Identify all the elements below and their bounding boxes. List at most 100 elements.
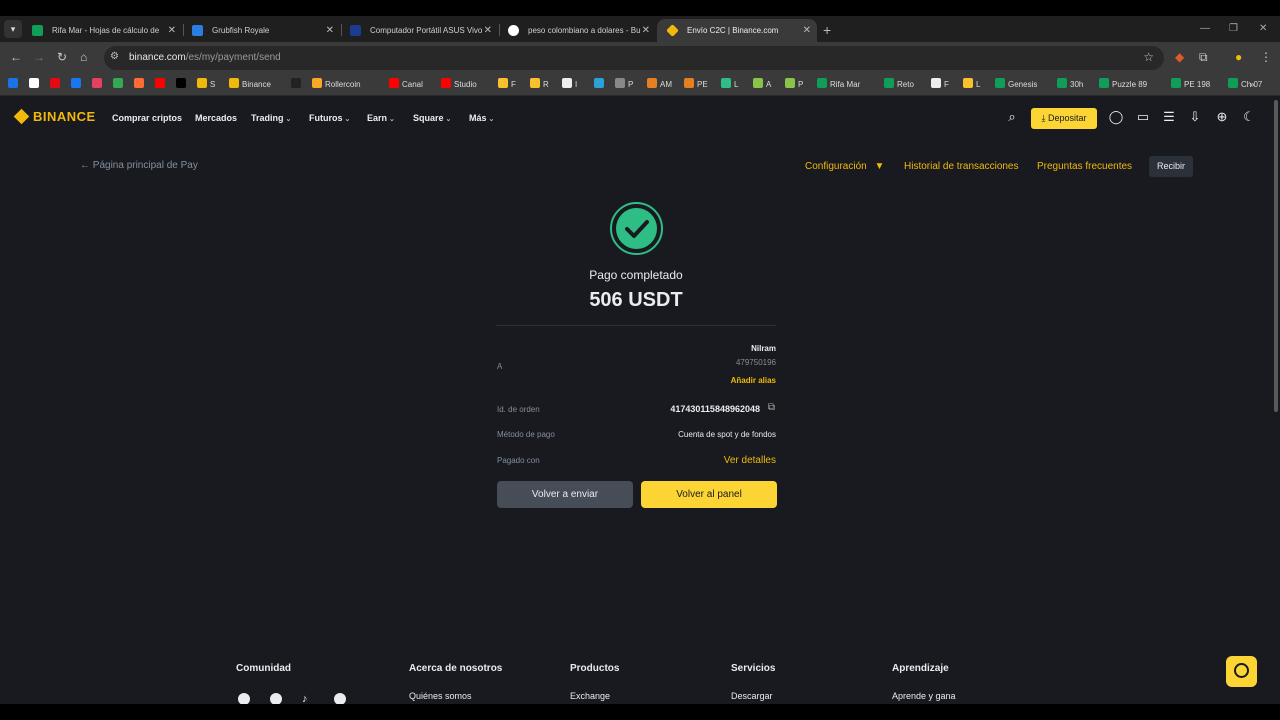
bookmark-item[interactable] xyxy=(155,78,168,92)
more-bookmarks-icon[interactable]: » xyxy=(1250,78,1254,92)
support-chat-icon[interactable] xyxy=(1226,656,1257,687)
bookmark-item[interactable] xyxy=(134,78,147,92)
new-tab-button[interactable]: + xyxy=(823,19,831,42)
extensions-icon[interactable]: ⧉ xyxy=(1199,50,1208,65)
menu-icon[interactable]: ⋮ xyxy=(1260,50,1272,64)
wallet-icon[interactable]: ▭ xyxy=(1135,109,1151,125)
bookmark-item[interactable] xyxy=(29,78,42,92)
tab-google[interactable]: peso colombiano a dolares - Bu ✕ xyxy=(498,19,656,42)
reload-icon[interactable]: ↻ xyxy=(57,50,67,64)
close-icon[interactable]: ✕ xyxy=(803,19,811,42)
scrollbar[interactable] xyxy=(1274,100,1278,412)
receive-button[interactable]: Recibir xyxy=(1149,156,1193,177)
address-bar[interactable]: ⚙ binance.com/es/my/payment/send ☆ xyxy=(104,46,1164,70)
metamask-icon[interactable]: ◆ xyxy=(1175,50,1184,64)
bookmark-label: AM xyxy=(660,80,672,89)
deposit-button[interactable]: ⤓ Depositar xyxy=(1031,108,1097,129)
bookmark-item[interactable]: P xyxy=(615,78,633,92)
minimize-icon[interactable]: — xyxy=(1200,16,1210,42)
bookmark-item[interactable] xyxy=(291,78,304,92)
bookmark-item[interactable]: A xyxy=(753,78,771,92)
faq-link[interactable]: Preguntas frecuentes xyxy=(1037,161,1132,172)
bookmark-icon xyxy=(312,78,322,88)
bookmark-item[interactable] xyxy=(92,78,105,92)
history-link[interactable]: Historial de transacciones xyxy=(904,161,1019,172)
bookmark-item[interactable]: I xyxy=(562,78,577,92)
binance-logo[interactable]: BINANCE xyxy=(13,108,96,125)
bookmark-item[interactable]: Rollercoin xyxy=(312,78,361,92)
nav-futuros[interactable]: Futuros ⌄ xyxy=(309,113,350,123)
nav-square[interactable]: Square ⌄ xyxy=(413,113,451,123)
messages-icon[interactable]: ☰ xyxy=(1161,109,1177,125)
tab-rifa-mar[interactable]: Rifa Mar - Hojas de cálculo de ✕ xyxy=(22,19,182,42)
discord-icon[interactable] xyxy=(238,693,250,704)
nav-comprar-criptos[interactable]: Comprar criptos xyxy=(112,113,182,123)
close-icon[interactable]: ✕ xyxy=(326,19,334,42)
bookmark-item[interactable]: P xyxy=(785,78,803,92)
theme-moon-icon[interactable]: ☾ xyxy=(1241,109,1257,125)
footer-link-download[interactable]: Descargar xyxy=(731,691,773,701)
bookmark-item[interactable]: L xyxy=(721,78,738,92)
nav-mercados[interactable]: Mercados xyxy=(195,113,237,123)
tab-grubfish[interactable]: Grubfish Royale ✕ xyxy=(182,19,340,42)
close-icon[interactable]: ✕ xyxy=(484,19,492,42)
facebook-icon[interactable] xyxy=(334,693,346,704)
download-app-icon[interactable]: ⇩ xyxy=(1187,109,1203,125)
back-to-pay-link[interactable]: ← Página principal de Pay xyxy=(80,160,198,171)
close-icon[interactable]: ✕ xyxy=(642,19,650,42)
bookmark-item[interactable]: Rifa Mar xyxy=(817,78,860,92)
profile-avatar[interactable]: ● xyxy=(1235,50,1242,64)
send-again-button[interactable]: Volver a enviar xyxy=(497,481,633,508)
bookmark-item[interactable]: PE 198 xyxy=(1171,78,1210,92)
bookmark-item[interactable]: Binance xyxy=(229,78,271,92)
language-icon[interactable]: ⊕ xyxy=(1214,109,1230,125)
nav-earn[interactable]: Earn ⌄ xyxy=(367,113,395,123)
forward-arrow-icon[interactable]: → xyxy=(33,50,45,64)
tab-search-icon[interactable]: ▾ xyxy=(4,20,22,38)
bookmark-item[interactable]: Ch 07 xyxy=(1228,78,1262,92)
bookmark-item[interactable]: F xyxy=(498,78,516,92)
add-alias-link[interactable]: Añadir alias xyxy=(731,376,776,385)
tab-asus[interactable]: Computador Portátil ASUS Vivo ✕ xyxy=(340,19,498,42)
user-icon[interactable]: ◯ xyxy=(1108,109,1124,125)
bookmark-item[interactable]: F xyxy=(931,78,949,92)
bookmark-item[interactable]: Puzzle 89 xyxy=(1099,78,1147,92)
maximize-icon[interactable]: ❐ xyxy=(1229,16,1238,42)
close-icon[interactable]: ✕ xyxy=(168,19,176,42)
bookmark-item[interactable] xyxy=(8,78,21,92)
site-info-icon[interactable]: ⚙ xyxy=(110,51,119,62)
back-to-panel-button[interactable]: Volver al panel xyxy=(641,481,777,508)
back-arrow-icon[interactable]: ← xyxy=(10,50,22,64)
footer-link-about[interactable]: Quiénes somos xyxy=(409,691,472,701)
bookmark-icon xyxy=(995,78,1005,88)
view-details-link[interactable]: Ver detalles xyxy=(724,455,776,466)
footer-link-exchange[interactable]: Exchange xyxy=(570,691,610,701)
bookmark-item[interactable] xyxy=(50,78,63,92)
bookmark-item[interactable]: L xyxy=(963,78,980,92)
bookmark-item[interactable]: 30h xyxy=(1057,78,1083,92)
bookmark-item[interactable] xyxy=(71,78,84,92)
search-icon[interactable]: ⌕ xyxy=(1004,109,1020,125)
home-icon[interactable]: ⌂ xyxy=(80,50,87,64)
bookmark-item[interactable]: R xyxy=(530,78,549,92)
bookmark-item[interactable] xyxy=(113,78,126,92)
bookmark-item[interactable]: Canal xyxy=(389,78,423,92)
tab-binance[interactable]: Envío C2C | Binance.com ✕ xyxy=(657,19,817,42)
bookmark-star-icon[interactable]: ☆ xyxy=(1143,50,1154,64)
bookmark-item[interactable]: Reto xyxy=(884,78,914,92)
window-close-icon[interactable]: ✕ xyxy=(1259,16,1267,42)
config-dropdown[interactable]: Configuración ▼ xyxy=(805,161,884,172)
bookmark-item[interactable]: S xyxy=(197,78,215,92)
bookmark-item[interactable]: PE xyxy=(684,78,708,92)
telegram-icon[interactable] xyxy=(270,693,282,704)
bookmark-item[interactable] xyxy=(176,78,189,92)
copy-icon[interactable]: ⧉ xyxy=(768,402,775,413)
bookmark-item[interactable]: AM xyxy=(647,78,672,92)
nav-mas[interactable]: Más ⌄ xyxy=(469,113,494,123)
tiktok-icon[interactable]: ♪ xyxy=(302,693,314,704)
nav-trading[interactable]: Trading ⌄ xyxy=(251,113,291,123)
footer-link-learn-earn[interactable]: Aprende y gana xyxy=(892,691,956,701)
bookmark-item[interactable]: Studio xyxy=(441,78,477,92)
bookmark-item[interactable]: Genesis xyxy=(995,78,1037,92)
bookmark-item[interactable] xyxy=(594,78,607,92)
